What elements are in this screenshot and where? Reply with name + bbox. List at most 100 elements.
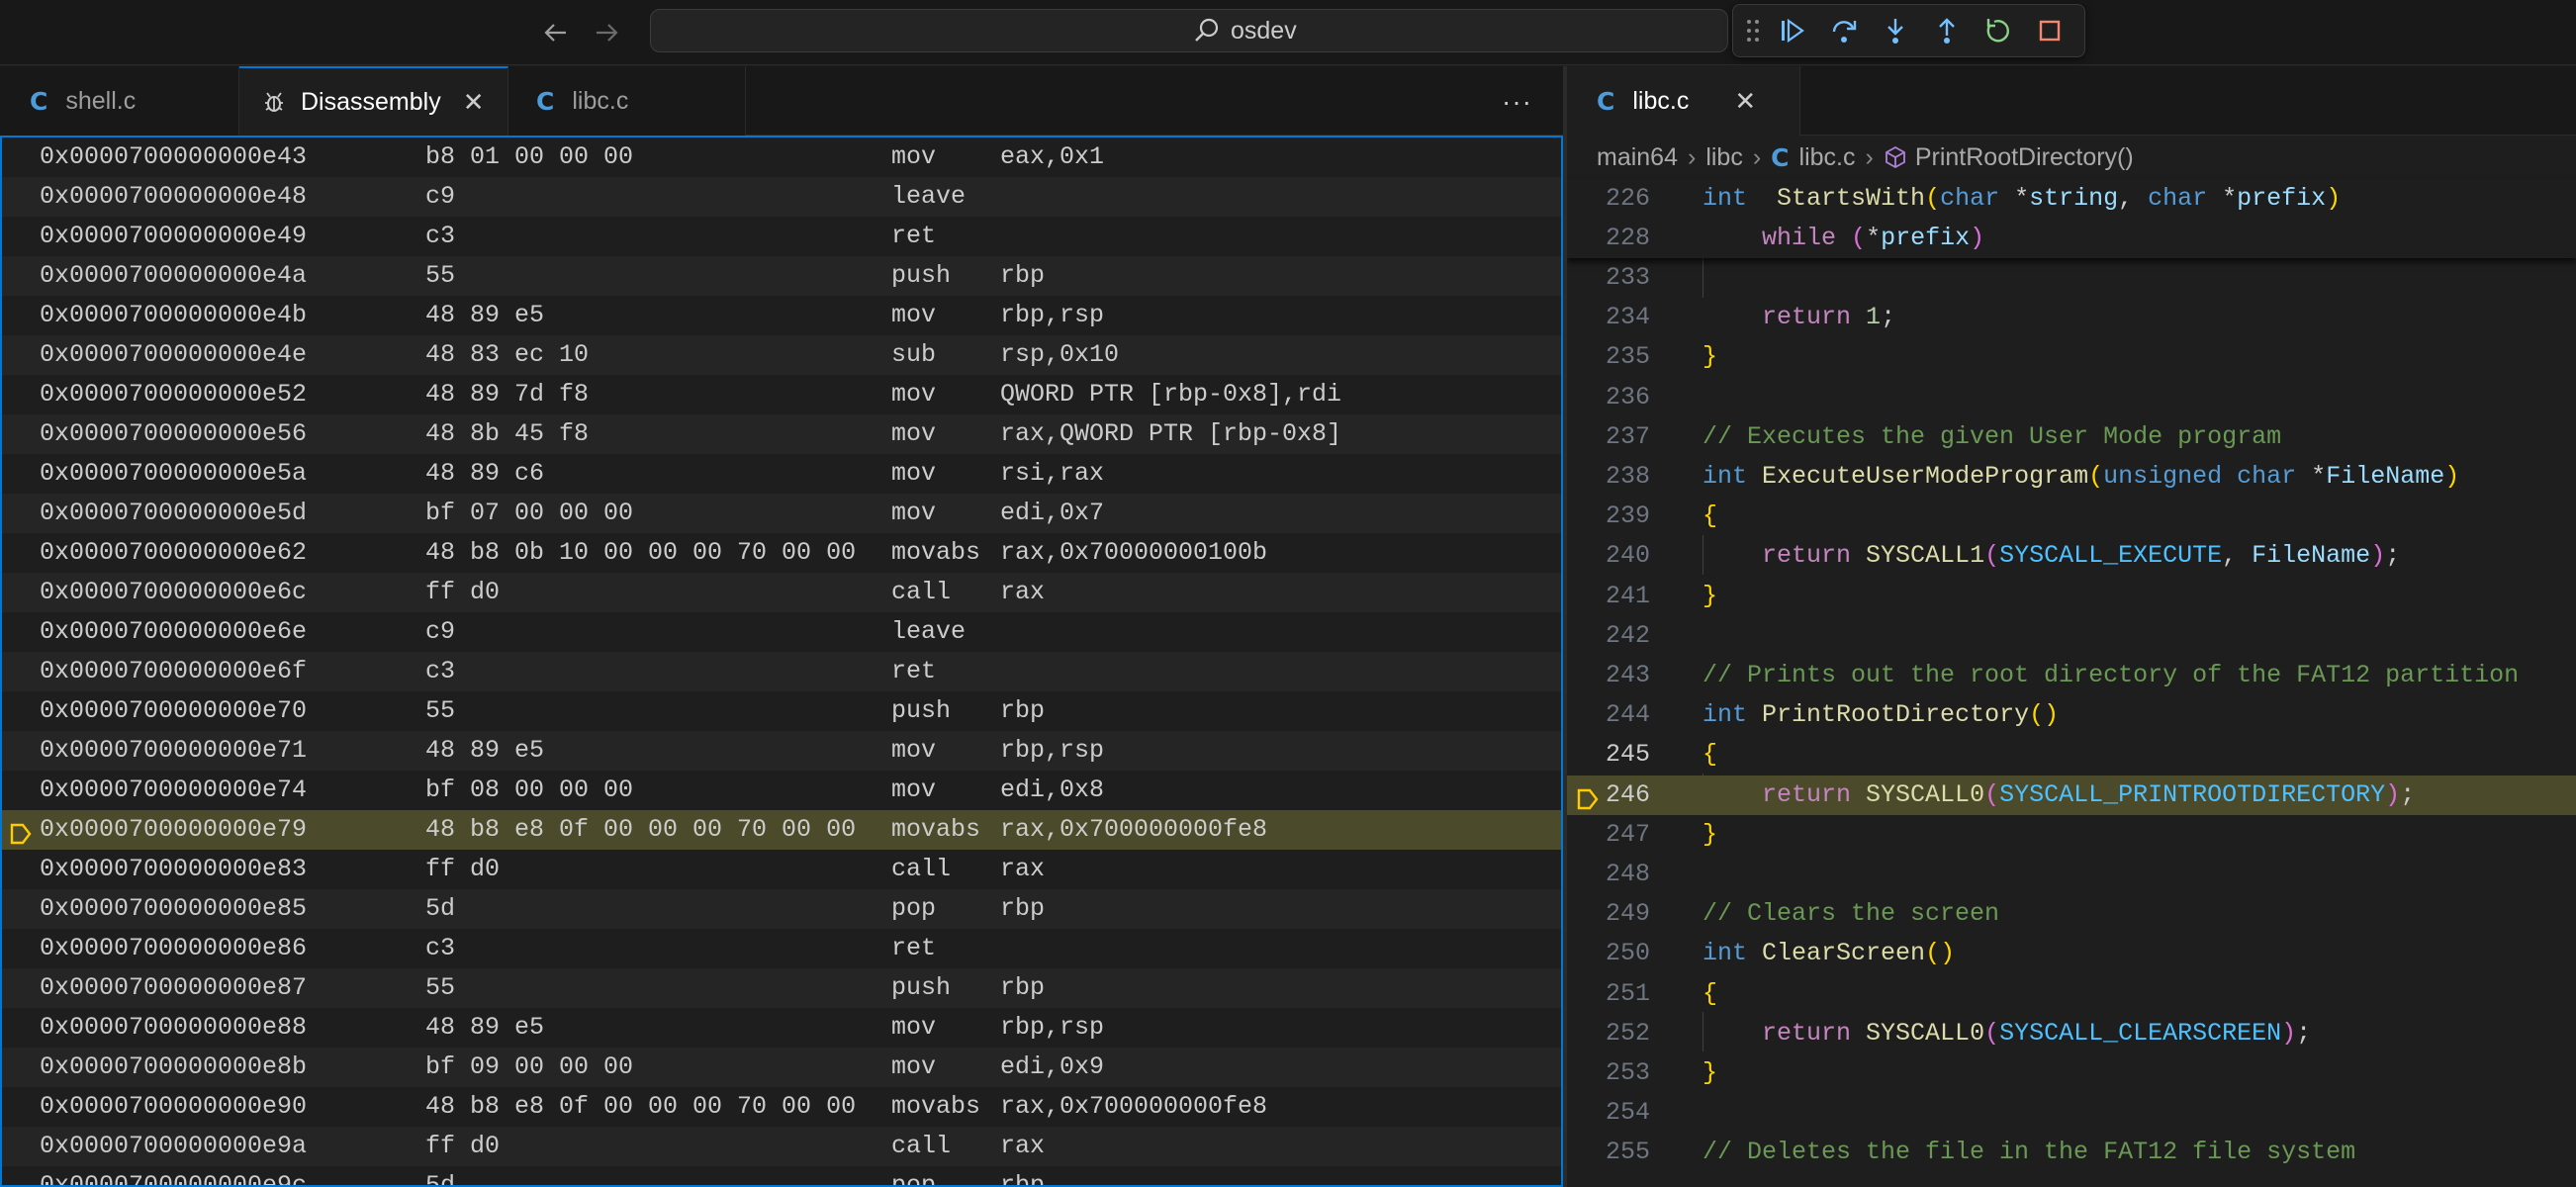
arrow-right-icon[interactable]: [587, 13, 626, 52]
code-line[interactable]: 240 return SYSCALL1(SYSCALL_EXECUTE, Fil…: [1567, 536, 2576, 576]
code-line[interactable]: 251 {: [1567, 974, 2576, 1014]
tab-shell-c[interactable]: C shell.c: [0, 66, 239, 136]
disassembly-row[interactable]: 0x0000700000000e6e c9 leave: [2, 612, 1561, 652]
disassembly-row[interactable]: 0x0000700000000e4e 48 83 ec 10 sub rsp,0x10: [2, 335, 1561, 375]
tab-libc-c-right[interactable]: C libc.c ✕: [1567, 66, 1800, 136]
code-line[interactable]: 242: [1567, 616, 2576, 656]
code-line[interactable]: 234 return 1;: [1567, 298, 2576, 337]
code-line[interactable]: 249 // Clears the screen: [1567, 894, 2576, 934]
disassembly-row[interactable]: 0x0000700000000e4a 55 push rbp: [2, 256, 1561, 296]
code-line[interactable]: 247}: [1567, 815, 2576, 855]
disassembly-row[interactable]: 0x0000700000000e5a 48 89 c6 mov rsi,rax: [2, 454, 1561, 494]
tab-libc-c[interactable]: C libc.c: [508, 66, 746, 136]
code-line[interactable]: 244 int PrintRootDirectory(): [1567, 695, 2576, 735]
close-icon[interactable]: ✕: [1734, 86, 1756, 117]
disassembly-row[interactable]: 0x0000700000000e83 ff d0 call rax: [2, 850, 1561, 889]
line-number[interactable]: 250: [1567, 934, 1650, 973]
disassembly-row[interactable]: 0x0000700000000e88 48 89 e5 mov rbp,rsp: [2, 1008, 1561, 1048]
code-line[interactable]: 233: [1567, 258, 2576, 298]
line-number[interactable]: 249: [1567, 894, 1650, 934]
disassembly-row[interactable]: 0x0000700000000e56 48 8b 45 f8 mov rax,QWOR…: [2, 414, 1561, 454]
disassembly-row[interactable]: 0x0000700000000e87 55 push rbp: [2, 968, 1561, 1008]
line-number[interactable]: 241: [1567, 577, 1650, 616]
disassembly-row[interactable]: 0x0000700000000e71 48 89 e5 mov rbp,rsp: [2, 731, 1561, 771]
line-number[interactable]: 243: [1567, 656, 1650, 695]
code-line[interactable]: 255 // Deletes the file in the FAT12 file…: [1567, 1133, 2576, 1172]
disassembly-row[interactable]: 0x0000700000000e4b 48 89 e5 mov rbp,rsp: [2, 296, 1561, 335]
code-line[interactable]: 254: [1567, 1093, 2576, 1133]
breadcrumb-item[interactable]: main64: [1597, 143, 1678, 172]
disassembly-row[interactable]: 0x0000700000000e9c 5d pop rbp: [2, 1166, 1561, 1185]
step-over-icon[interactable]: [1822, 11, 1866, 50]
disassembly-row[interactable]: 0x0000700000000e8b bf 09 00 00 00 mov edi,0…: [2, 1048, 1561, 1087]
continue-icon[interactable]: [1771, 11, 1814, 50]
disassembly-row[interactable]: 0x0000700000000e5d bf 07 00 00 00 mov edi,0…: [2, 494, 1561, 533]
restart-icon[interactable]: [1977, 11, 2020, 50]
sticky-scroll[interactable]: 226 int StartsWith(char *string, char *pr…: [1567, 179, 2576, 258]
line-number[interactable]: 238: [1567, 457, 1650, 497]
source-editor[interactable]: main64 › libc › C libc.c › PrintRootDire…: [1567, 136, 2576, 1187]
line-number[interactable]: 228: [1567, 219, 1650, 258]
arrow-left-icon[interactable]: [536, 13, 576, 52]
tab-disassembly[interactable]: Disassembly ✕: [239, 66, 508, 136]
line-number[interactable]: 242: [1567, 616, 1650, 656]
code-line[interactable]: 226 int StartsWith(char *string, char *pr…: [1567, 179, 2576, 219]
ellipsis-icon[interactable]: ···: [1502, 86, 1532, 118]
close-icon[interactable]: ✕: [463, 87, 485, 118]
grip-icon[interactable]: [1743, 16, 1763, 46]
disassembly-row[interactable]: 0x0000700000000e86 c3 ret: [2, 929, 1561, 968]
line-number[interactable]: 234: [1567, 298, 1650, 337]
line-number[interactable]: 253: [1567, 1053, 1650, 1093]
line-number[interactable]: 254: [1567, 1093, 1650, 1133]
line-number[interactable]: 235: [1567, 337, 1650, 377]
disassembly-row[interactable]: 0x0000700000000e9a ff d0 call rax: [2, 1127, 1561, 1166]
code-line[interactable]: 239 {: [1567, 497, 2576, 536]
breadcrumb-item[interactable]: libc: [1705, 143, 1743, 172]
line-number[interactable]: 233: [1567, 258, 1650, 298]
disassembly-row[interactable]: 0x0000700000000e52 48 89 7d f8 mov QWORD PT…: [2, 375, 1561, 414]
disassembly-row[interactable]: 0x0000700000000e49 c3 ret: [2, 217, 1561, 256]
line-number[interactable]: 244: [1567, 695, 1650, 735]
code-line[interactable]: 228 while (*prefix): [1567, 219, 2576, 258]
disassembly-row[interactable]: 0x0000700000000e6f c3 ret: [2, 652, 1561, 691]
line-number[interactable]: 245: [1567, 735, 1650, 775]
disassembly-view[interactable]: 0x0000700000000e43 b8 01 00 00 00 mov eax,0…: [0, 136, 1563, 1187]
code-line[interactable]: 237 // Executes the given User Mode progr…: [1567, 417, 2576, 457]
line-number[interactable]: 237: [1567, 417, 1650, 457]
code-line[interactable]: 245 {: [1567, 735, 2576, 775]
disassembly-row[interactable]: 0x0000700000000e43 b8 01 00 00 00 mov eax,0…: [2, 137, 1561, 177]
disassembly-row[interactable]: 0x0000700000000e90 48 b8 e8 0f 00 00 00 7…: [2, 1087, 1561, 1127]
code-line[interactable]: 241}: [1567, 577, 2576, 616]
code-line[interactable]: 253}: [1567, 1053, 2576, 1093]
code-line[interactable]: 236: [1567, 378, 2576, 417]
code-line[interactable]: 243 // Prints out the root directory of t…: [1567, 656, 2576, 695]
line-number[interactable]: 226: [1567, 179, 1650, 219]
command-center-search[interactable]: osdev: [650, 9, 1728, 52]
disassembly-row[interactable]: 0x0000700000000e48 c9 leave: [2, 177, 1561, 217]
line-number[interactable]: 252: [1567, 1014, 1650, 1053]
code-line-current[interactable]: 246 return SYSCALL0(SYSCALL_PRINTROOTDIR…: [1567, 775, 2576, 815]
disassembly-row[interactable]: 0x0000700000000e85 5d pop rbp: [2, 889, 1561, 929]
stop-icon[interactable]: [2028, 11, 2071, 50]
code-line[interactable]: 238 int ExecuteUserModeProgram(unsigned c…: [1567, 457, 2576, 497]
code-line[interactable]: 250 int ClearScreen(): [1567, 934, 2576, 973]
line-number[interactable]: 251: [1567, 974, 1650, 1014]
code-line[interactable]: 248: [1567, 855, 2576, 894]
disassembly-row[interactable]: 0x0000700000000e62 48 b8 0b 10 00 00 00 7…: [2, 533, 1561, 573]
disassembly-row[interactable]: 0x0000700000000e70 55 push rbp: [2, 691, 1561, 731]
disassembly-row-current[interactable]: 0x0000700000000e79 48 b8 e8 0f 00 00 00 7…: [2, 810, 1561, 850]
disassembly-row[interactable]: 0x0000700000000e6c ff d0 call rax: [2, 573, 1561, 612]
line-number[interactable]: 248: [1567, 855, 1650, 894]
disassembly-row[interactable]: 0x0000700000000e74 bf 08 00 00 00 mov edi,0…: [2, 771, 1561, 810]
code-line[interactable]: 235}: [1567, 337, 2576, 377]
line-number[interactable]: 240: [1567, 536, 1650, 576]
line-number[interactable]: 255: [1567, 1133, 1650, 1172]
step-out-icon[interactable]: [1925, 11, 1969, 50]
breadcrumb-item[interactable]: libc.c: [1799, 143, 1856, 172]
line-number[interactable]: 247: [1567, 815, 1650, 855]
step-into-icon[interactable]: [1874, 11, 1917, 50]
line-number[interactable]: 239: [1567, 497, 1650, 536]
line-number[interactable]: 236: [1567, 378, 1650, 417]
code-line[interactable]: 252 return SYSCALL0(SYSCALL_CLEARSCREEN)…: [1567, 1014, 2576, 1053]
breadcrumb-item[interactable]: PrintRootDirectory(): [1915, 143, 2134, 172]
